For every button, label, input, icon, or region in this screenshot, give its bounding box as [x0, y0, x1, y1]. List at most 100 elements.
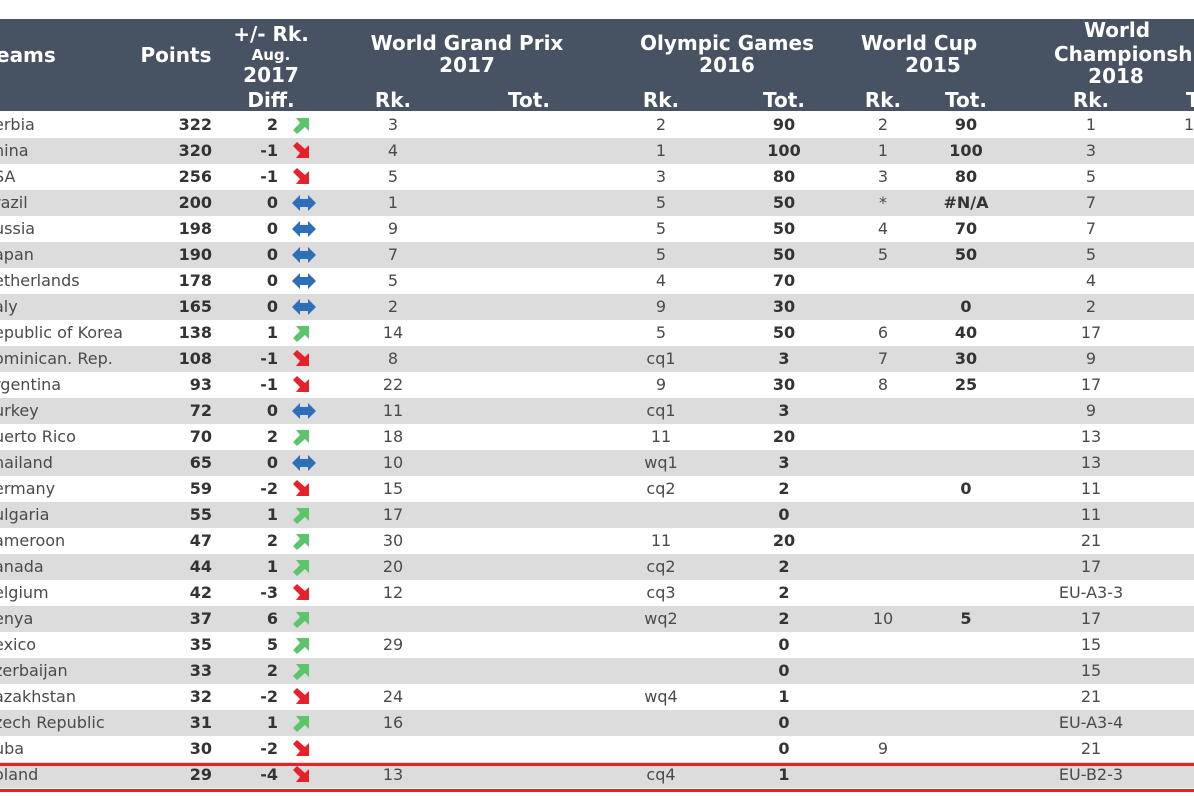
wch-rank: 2 — [1085, 297, 1097, 316]
trend-up-icon — [292, 320, 316, 346]
og-rank — [636, 736, 686, 762]
wc-total — [931, 398, 1001, 424]
col-header-og-rk: Rk. — [642, 88, 680, 112]
wc-rank — [863, 528, 903, 554]
col-header-diff: Diff. — [247, 88, 295, 112]
wc-total — [931, 632, 1001, 658]
trend-down-icon — [292, 372, 316, 398]
og-rank: 11 — [650, 427, 672, 446]
points-value: 32 — [189, 687, 212, 706]
wc-rank: 7 — [877, 349, 889, 368]
wgp-rank: 20 — [382, 557, 404, 576]
og-rank: cq3 — [646, 583, 676, 602]
points-value: 198 — [178, 219, 212, 238]
trend-down-icon — [292, 164, 316, 190]
wc-rank: 3 — [877, 167, 889, 186]
wc-total: 100 — [949, 141, 983, 160]
points-value: 30 — [189, 739, 212, 758]
wch-rank: EU-A3-4 — [1058, 713, 1124, 732]
team-name: epublic of Korea — [0, 323, 123, 342]
table-row: epublic of Korea 138 1 14 5 50 6 40 17 — [0, 320, 1194, 346]
table-row: uba 30 -2 0 9 21 — [0, 736, 1194, 762]
og-rank: cq2 — [646, 479, 676, 498]
og-total: 1 — [778, 687, 790, 706]
team-name: uba — [0, 739, 25, 758]
wch-rank: 1 — [1085, 115, 1097, 134]
table-row: azakhstan 32 -2 24 wq4 1 21 — [0, 684, 1194, 710]
trend-up-icon — [292, 502, 316, 528]
table-row: anada 44 1 20 cq2 2 17 — [0, 554, 1194, 580]
points-value: 47 — [189, 531, 212, 550]
highlight-border-top — [0, 763, 1194, 766]
table-row: ulgaria 55 1 17 0 11 — [0, 502, 1194, 528]
og-total: 30 — [772, 297, 796, 316]
wc-rank — [863, 502, 903, 528]
points-value: 44 — [189, 557, 212, 576]
trend-up-icon — [292, 658, 316, 684]
og-total: 2 — [778, 583, 790, 602]
og-total: 70 — [772, 271, 796, 290]
col-header-wch-title2: Championship — [1054, 42, 1194, 66]
og-total: 50 — [772, 245, 796, 264]
wc-rank: 10 — [872, 609, 894, 628]
wc-total — [931, 450, 1001, 476]
points-value: 55 — [189, 505, 212, 524]
rank-diff-value: -2 — [260, 479, 278, 498]
rank-diff-value: 0 — [266, 271, 278, 290]
wgp-rank: 14 — [382, 323, 404, 342]
wc-total — [931, 684, 1001, 710]
og-total: 0 — [778, 505, 790, 524]
col-header-wch-rk: Rk. — [1072, 88, 1110, 112]
trend-up-icon — [292, 632, 316, 658]
trend-up-icon — [292, 424, 316, 450]
wch-total: 1 — [1184, 115, 1194, 134]
rank-diff-value: -2 — [260, 739, 278, 758]
wch-rank: 21 — [1080, 531, 1102, 550]
rank-diff-value: 1 — [266, 713, 278, 732]
trend-up-icon — [292, 528, 316, 554]
table-row: zerbaijan 33 2 0 15 — [0, 658, 1194, 684]
wc-rank: 8 — [877, 375, 889, 394]
col-header-wc-tot: Tot. — [945, 88, 987, 112]
og-rank: cq1 — [646, 349, 676, 368]
wc-rank — [863, 684, 903, 710]
rank-diff-value: -3 — [260, 583, 278, 602]
wc-rank: 6 — [877, 323, 889, 342]
wc-rank — [863, 580, 903, 606]
table-row: etherlands 178 0 5 4 70 4 — [0, 268, 1194, 294]
table-row: hailand 65 0 10 wq1 3 13 — [0, 450, 1194, 476]
wc-total: 40 — [954, 323, 978, 342]
wgp-rank: 1 — [387, 193, 399, 212]
col-header-year: 2017 — [243, 63, 299, 87]
wgp-rank: 16 — [382, 713, 404, 732]
wgp-rank: 29 — [382, 635, 404, 654]
table-row: apan 190 0 7 5 50 5 50 5 — [0, 242, 1194, 268]
rank-diff-value: 2 — [266, 115, 278, 134]
wgp-rank: 12 — [382, 583, 404, 602]
wc-rank: 5 — [877, 245, 889, 264]
rank-diff-value: 0 — [266, 193, 278, 212]
col-header-og-year: 2016 — [699, 53, 755, 77]
points-value: 72 — [189, 401, 212, 420]
og-rank: 1 — [655, 141, 667, 160]
wgp-rank: 5 — [387, 271, 399, 290]
wc-rank — [863, 450, 903, 476]
wch-rank: 21 — [1080, 739, 1102, 758]
og-total: 2 — [778, 557, 790, 576]
table-row: hina 320 -1 4 1 100 1 100 3 — [0, 138, 1194, 164]
wch-rank: 9 — [1085, 349, 1097, 368]
og-total: 50 — [772, 323, 796, 342]
team-name: erbia — [0, 115, 35, 134]
rank-diff-value: 6 — [266, 609, 278, 628]
points-value: 256 — [178, 167, 212, 186]
wch-rank: 17 — [1080, 375, 1102, 394]
col-header-wch-year: 2018 — [1088, 64, 1144, 88]
og-total: 50 — [772, 193, 796, 212]
rank-diff-value: 0 — [266, 453, 278, 472]
team-name: ulgaria — [0, 505, 50, 524]
og-rank: wq4 — [644, 687, 678, 706]
team-name: enya — [0, 609, 34, 628]
wc-rank: 4 — [877, 219, 889, 238]
og-total: 30 — [772, 375, 796, 394]
wc-total — [931, 658, 1001, 684]
